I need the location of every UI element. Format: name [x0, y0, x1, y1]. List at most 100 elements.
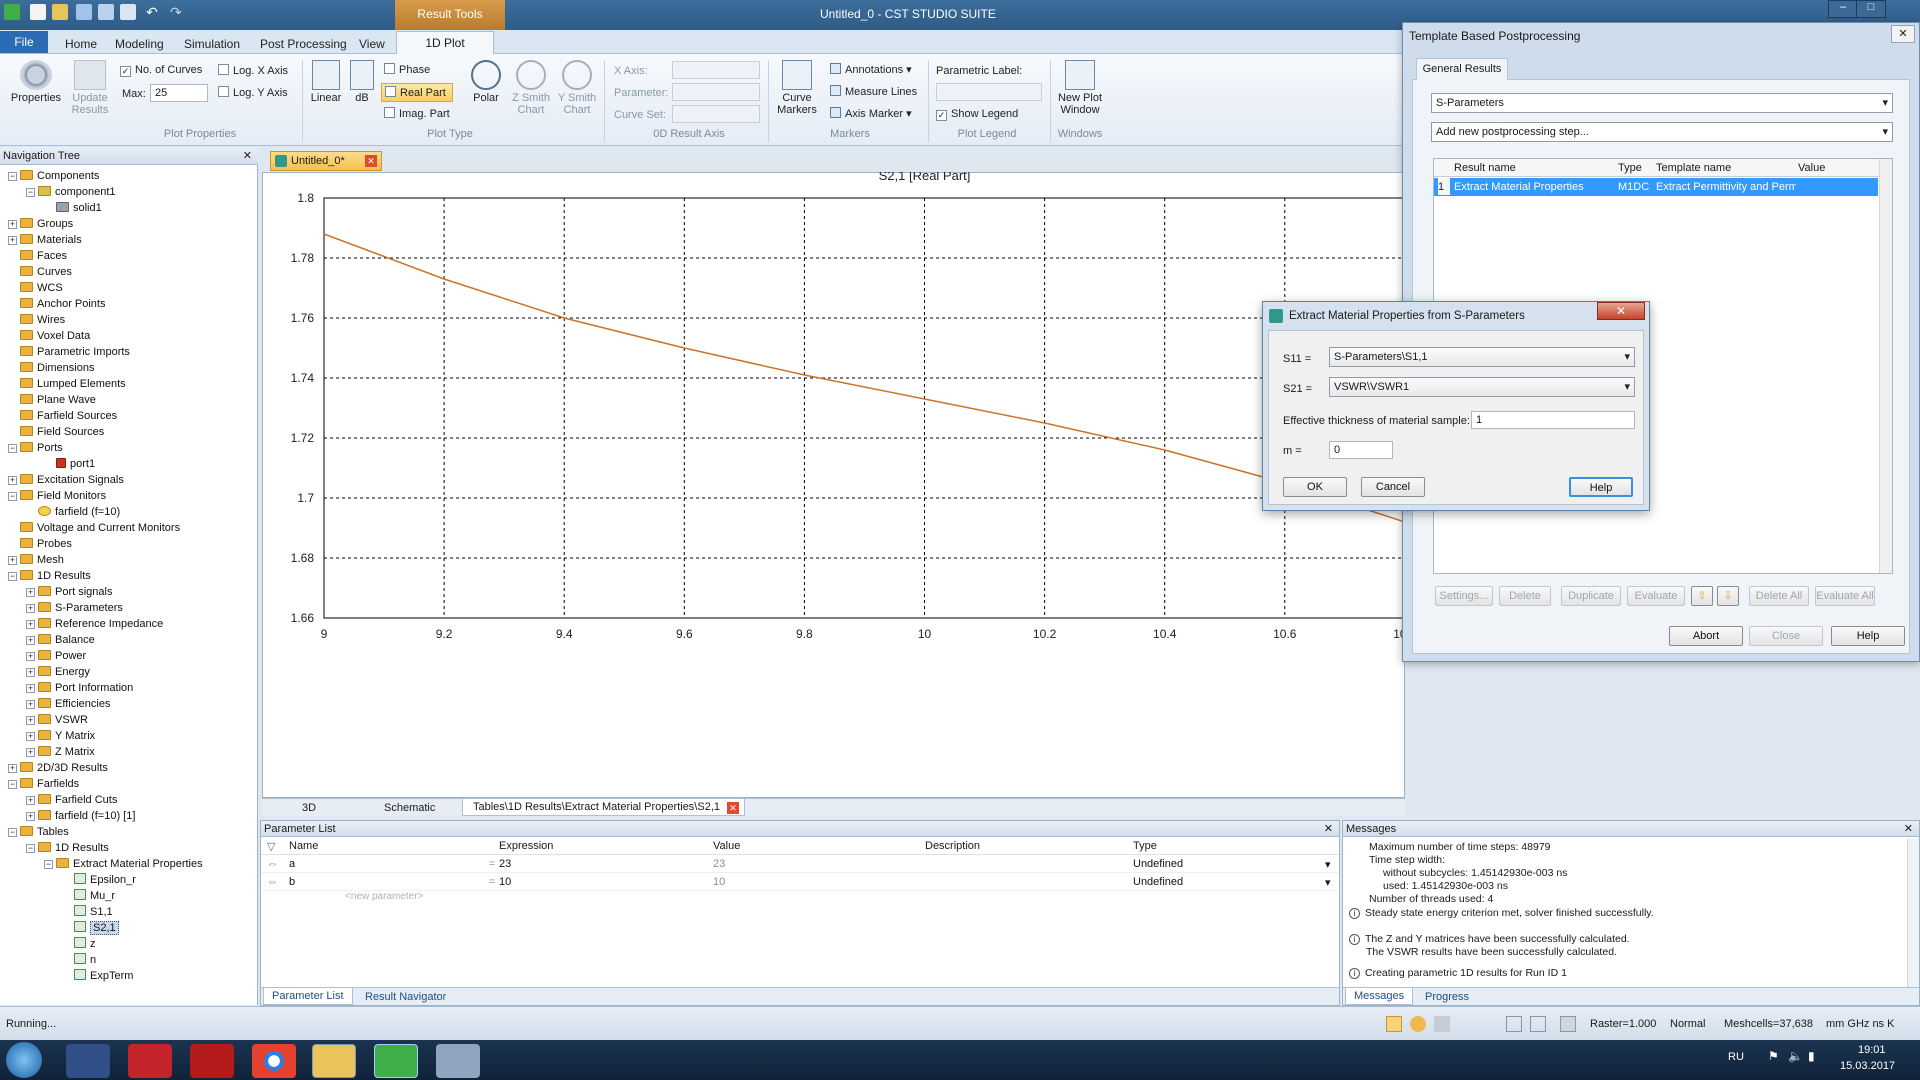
tab-schematic[interactable]: Schematic [384, 802, 435, 814]
collapse-icon[interactable]: − [44, 860, 53, 869]
table-row[interactable]: ⇔ = b 10 10 Undefined ▾ [261, 873, 1339, 891]
close-button[interactable]: Close [1749, 626, 1823, 646]
col-template-name[interactable]: Template name [1656, 162, 1731, 174]
expand-icon[interactable]: + [8, 556, 17, 565]
cell-expression[interactable]: 23 [499, 858, 511, 870]
new-plot-window-button[interactable]: New Plot Window [1054, 60, 1106, 116]
tree-item[interactable]: n [62, 952, 96, 968]
tree-item[interactable]: + Groups [8, 216, 73, 232]
tree-item[interactable]: Faces [8, 248, 67, 264]
maximize-icon[interactable]: □ [1856, 0, 1886, 18]
chart[interactable]: 99.29.49.69.81010.210.410.610.8111.81.78… [262, 172, 1405, 798]
tree-item[interactable]: Voxel Data [8, 328, 90, 344]
tree-item[interactable]: − Extract Material Properties [44, 856, 203, 872]
expand-icon[interactable]: + [26, 796, 35, 805]
linear-button[interactable]: Linear [306, 60, 346, 104]
start-button[interactable] [6, 1042, 42, 1078]
settings-icon[interactable] [1560, 1016, 1576, 1032]
properties-button[interactable]: Properties [8, 60, 64, 104]
tree-item[interactable]: + Efficiencies [26, 696, 110, 712]
col-description[interactable]: Description [925, 840, 980, 852]
tree-item[interactable]: Probes [8, 536, 72, 552]
tree-item[interactable]: − Components [8, 168, 99, 184]
x-axis-select[interactable] [672, 61, 760, 79]
tree-item[interactable]: Lumped Elements [8, 376, 126, 392]
col-value[interactable]: Value [1798, 162, 1825, 174]
help-button[interactable]: Help [1569, 477, 1633, 497]
result-category-select[interactable]: S-Parameters [1431, 93, 1893, 113]
thickness-input[interactable]: 1 [1471, 411, 1635, 429]
tab-3d[interactable]: 3D [302, 802, 316, 814]
evaluate-all-button[interactable]: Evaluate All [1815, 586, 1875, 606]
fit-icon[interactable] [1506, 1016, 1522, 1032]
table-row[interactable]: 1 Extract Material Properties M1DC Extra… [1434, 178, 1878, 196]
type-dropdown-icon[interactable]: ▾ [1325, 858, 1331, 871]
z-smith-chart-button[interactable]: Z Smith Chart [510, 60, 552, 116]
messages-scrollbar[interactable] [1907, 839, 1919, 987]
tree-item[interactable]: Wires [8, 312, 65, 328]
tree-item[interactable]: − 1D Results [8, 568, 91, 584]
table-row[interactable]: ⇔ = a 23 23 Undefined ▾ [261, 855, 1339, 873]
abort-button[interactable]: Abort [1669, 626, 1743, 646]
expand-icon[interactable]: + [26, 652, 35, 661]
cell-expression[interactable]: 10 [499, 876, 511, 888]
rotate-icon[interactable] [1434, 1016, 1450, 1032]
no-of-curves-checkbox[interactable]: ✓ No. of Curves [120, 64, 202, 77]
collapse-icon[interactable]: − [8, 172, 17, 181]
curve-markers-button[interactable]: Curve Markers [772, 60, 822, 116]
expand-icon[interactable]: + [8, 220, 17, 229]
tree-item[interactable]: + Power [26, 648, 86, 664]
expand-icon[interactable]: + [26, 636, 35, 645]
evaluate-button[interactable]: Evaluate [1627, 586, 1685, 606]
tree-item[interactable]: + Y Matrix [26, 728, 95, 744]
tree-item[interactable]: S2,1 [62, 920, 119, 936]
results-table-scrollbar[interactable] [1879, 159, 1892, 573]
taskbar-paint-icon[interactable] [436, 1044, 480, 1078]
expand-icon[interactable]: + [26, 684, 35, 693]
curve-set-select[interactable] [672, 105, 760, 123]
collapse-icon[interactable]: − [8, 572, 17, 581]
filter-icon[interactable]: ▽ [267, 840, 275, 853]
settings-button[interactable]: Settings... [1435, 586, 1493, 606]
tab-progress[interactable]: Progress [1425, 991, 1469, 1003]
expand-icon[interactable]: + [26, 668, 35, 677]
tree-item[interactable]: ExpTerm [62, 968, 133, 984]
tree-item[interactable]: Voltage and Current Monitors [8, 520, 180, 536]
tree-item[interactable]: Farfield Sources [8, 408, 117, 424]
tree-item[interactable]: S1,1 [62, 904, 113, 920]
tab-result-path[interactable]: Tables\1D Results\Extract Material Prope… [462, 799, 745, 816]
tree-item[interactable]: solid1 [44, 200, 102, 216]
flag-icon[interactable]: ⚑ [1768, 1049, 1779, 1063]
network-icon[interactable]: ▮ [1808, 1049, 1815, 1063]
imag-part-button[interactable]: Imag. Part [384, 107, 450, 120]
max-curves-input[interactable]: 25 [150, 84, 208, 102]
tree-item[interactable]: port1 [44, 456, 95, 472]
tab-general-results[interactable]: General Results [1416, 58, 1508, 80]
tree-item[interactable]: Curves [8, 264, 72, 280]
tree-item[interactable]: + Mesh [8, 552, 64, 568]
zoom-icon[interactable] [1386, 1016, 1402, 1032]
expand-icon[interactable]: + [26, 620, 35, 629]
taskbar-acrobat-icon[interactable] [190, 1044, 234, 1078]
expand-icon[interactable]: + [26, 700, 35, 709]
s11-select[interactable]: S-Parameters\S1,1 [1329, 347, 1635, 367]
log-x-checkbox[interactable]: Log. X Axis [218, 64, 288, 77]
cell-name[interactable]: b [289, 876, 295, 888]
close-icon[interactable]: ✕ [1324, 821, 1333, 837]
taskbar-app-icon[interactable] [66, 1044, 110, 1078]
taskbar-solidworks-icon[interactable] [128, 1044, 172, 1078]
new-file-icon[interactable] [30, 4, 46, 20]
tree-item[interactable]: + Port Information [26, 680, 133, 696]
taskbar-chrome-icon[interactable] [252, 1044, 296, 1078]
tree-item[interactable]: − Farfields [8, 776, 79, 792]
tab-parameter-list[interactable]: Parameter List [263, 988, 353, 1005]
tree-item[interactable]: + Port signals [26, 584, 112, 600]
expand-icon[interactable]: + [26, 588, 35, 597]
redo-icon[interactable]: ↷ [170, 4, 182, 21]
expand-icon[interactable]: + [8, 476, 17, 485]
tree-item[interactable]: Mu_r [62, 888, 115, 904]
col-expression[interactable]: Expression [499, 840, 553, 852]
cancel-button[interactable]: Cancel [1361, 477, 1425, 497]
col-value[interactable]: Value [713, 840, 740, 852]
close-icon[interactable]: ✕ [243, 147, 252, 165]
